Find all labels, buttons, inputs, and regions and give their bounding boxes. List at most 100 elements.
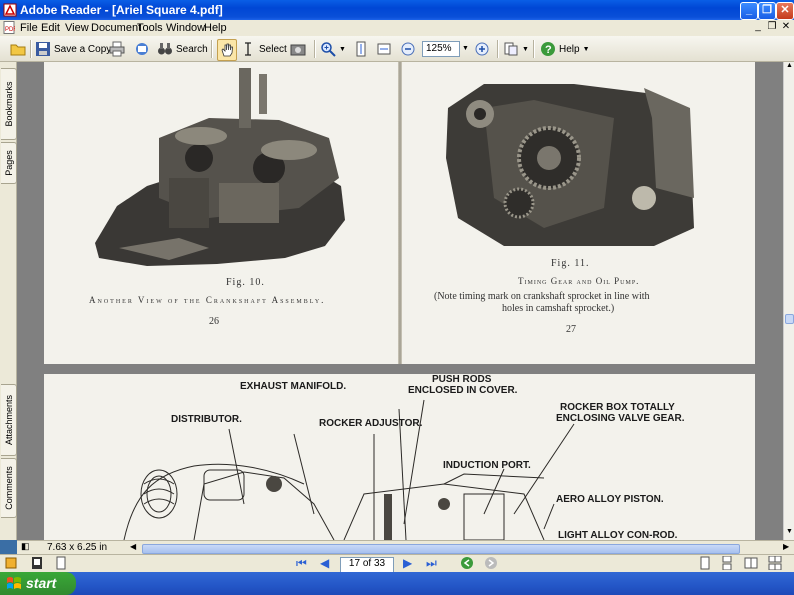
- menu-document[interactable]: Document: [91, 22, 141, 34]
- comments-tab[interactable]: Comments: [1, 458, 17, 518]
- page-layout-icon[interactable]: [30, 556, 44, 570]
- menu-bar: PDF File Edit View Document Tools Window…: [0, 20, 794, 36]
- page-size-readout: 7.63 x 6.25 in: [47, 542, 108, 553]
- continuous-view-icon[interactable]: [720, 556, 734, 570]
- comments-tab-label: Comments: [3, 466, 14, 510]
- chevron-down-icon: ▼: [339, 45, 346, 53]
- save-disk-icon: [36, 42, 50, 56]
- chevron-down-icon: ▼: [522, 45, 529, 53]
- vertical-scroll-thumb[interactable]: [785, 314, 794, 324]
- svg-text:PDF: PDF: [5, 27, 15, 33]
- doc-restore-icon[interactable]: ❐: [766, 21, 778, 32]
- label-aero-alloy-piston: AERO ALLOY PISTON.: [556, 494, 664, 505]
- search-button[interactable]: Search: [157, 39, 208, 59]
- scroll-up-icon[interactable]: ▲: [785, 62, 794, 72]
- go-forward-icon[interactable]: [484, 556, 498, 570]
- window-title: Adobe Reader - [Ariel Square 4.pdf]: [20, 3, 223, 17]
- menu-help[interactable]: Help: [204, 22, 227, 34]
- page-number-field[interactable]: 17 of 33: [340, 557, 394, 573]
- navigation-panel: Bookmarks Pages Attachments Comments: [0, 62, 17, 540]
- label-light-alloy-con-rod: LIGHT ALLOY CON-ROD.: [558, 530, 678, 540]
- start-button[interactable]: start: [0, 572, 76, 595]
- rotate-pages-icon: [504, 42, 518, 56]
- first-page-button[interactable]: ⏮: [296, 556, 307, 571]
- figure-11-note-line2: holes in camshaft sprocket.): [502, 303, 615, 314]
- menu-edit[interactable]: Edit: [41, 22, 60, 34]
- menu-window[interactable]: Window: [166, 22, 205, 34]
- bookmarks-tab[interactable]: Bookmarks: [1, 68, 17, 140]
- actual-size-button[interactable]: [353, 39, 369, 59]
- zoom-level-field[interactable]: 125%: [422, 41, 460, 57]
- toolbar-separator: [533, 40, 535, 58]
- fit-page-icon: [377, 43, 391, 55]
- scroll-down-icon[interactable]: ▼: [785, 528, 794, 538]
- attachments-tab[interactable]: Attachments: [1, 384, 17, 456]
- menu-file[interactable]: File: [20, 22, 38, 34]
- hand-tool-button[interactable]: [217, 39, 237, 61]
- continuous-facing-view-icon[interactable]: [768, 556, 782, 570]
- print-button[interactable]: [109, 39, 125, 59]
- security-icon[interactable]: [4, 556, 18, 570]
- folder-icon: [10, 44, 26, 56]
- scroll-right-icon[interactable]: ▶: [783, 542, 789, 551]
- menu-tools[interactable]: Tools: [137, 22, 163, 34]
- previous-page-button[interactable]: ◀: [320, 556, 329, 570]
- figure-11-caption: Timing Gear and Oil Pump.: [518, 276, 640, 286]
- rotate-view-button[interactable]: ▼: [503, 39, 529, 59]
- single-page-icon[interactable]: [54, 556, 68, 570]
- minimize-button[interactable]: _: [740, 2, 758, 20]
- close-icon: ✕: [780, 4, 790, 16]
- zoom-tool-button[interactable]: ▼: [320, 39, 346, 59]
- zoom-in-icon: [475, 42, 489, 56]
- label-push-rods: PUSH RODS: [432, 374, 492, 385]
- pages-tab[interactable]: Pages: [1, 142, 17, 184]
- pdf-page-spread: Fig. 10. Another View of the Crankshaft …: [44, 62, 755, 364]
- page-size-grip-icon: ◧: [21, 541, 30, 551]
- windows-logo-icon: [7, 577, 21, 589]
- toolbar-separator: [314, 40, 316, 58]
- close-button[interactable]: ✕: [776, 2, 794, 20]
- horizontal-scroll-thumb[interactable]: [142, 544, 740, 554]
- scroll-left-icon[interactable]: ◀: [130, 542, 136, 551]
- figure-11-note-line1: (Note timing mark on crankshaft sprocket…: [434, 291, 650, 302]
- last-page-button[interactable]: ⏭: [426, 556, 437, 571]
- actual-size-icon: [356, 41, 366, 57]
- help-button[interactable]: ? Help ▼: [540, 39, 590, 59]
- doc-minimize-icon[interactable]: _: [752, 21, 764, 32]
- label-rocker-adjustor: ROCKER ADJUSTOR.: [319, 418, 423, 429]
- camera-icon: [290, 44, 306, 56]
- figure-10-label: Fig. 10.: [226, 277, 265, 288]
- open-button[interactable]: [10, 39, 26, 59]
- vertical-scrollbar[interactable]: ▲ ▼: [783, 62, 794, 540]
- restore-icon: ❐: [762, 4, 772, 16]
- facing-view-icon[interactable]: [744, 556, 758, 570]
- page-number-27: 27: [566, 324, 576, 335]
- document-view[interactable]: Fig. 10. Another View of the Crankshaft …: [17, 62, 783, 540]
- select-label: Select: [259, 43, 287, 55]
- email-button[interactable]: [134, 39, 150, 59]
- title-bar: Adobe Reader - [Ariel Square 4.pdf] _ ❐ …: [0, 0, 794, 20]
- label-enclosing-valve-gear: ENCLOSING VALVE GEAR.: [556, 413, 685, 424]
- doc-close-icon[interactable]: ✕: [780, 21, 792, 32]
- zoom-out-button[interactable]: [400, 39, 416, 59]
- next-page-button[interactable]: ▶: [403, 556, 412, 570]
- menu-view[interactable]: View: [65, 22, 89, 34]
- save-copy-button[interactable]: Save a Copy: [35, 39, 111, 59]
- crankshaft-photo: [95, 68, 345, 266]
- zoom-dropdown-icon[interactable]: ▼: [462, 45, 469, 52]
- label-exhaust-manifold: EXHAUST MANIFOLD.: [240, 381, 347, 392]
- svg-text:?: ?: [545, 44, 552, 56]
- figure-10-caption: Another View of the Crankshaft Assembly.: [89, 295, 326, 305]
- start-label: start: [26, 575, 57, 591]
- figure-11-label: Fig. 11.: [551, 258, 590, 269]
- toolbar-separator: [30, 40, 32, 58]
- snapshot-tool-button[interactable]: [290, 39, 306, 59]
- fit-page-button[interactable]: [376, 39, 392, 59]
- go-back-icon[interactable]: [460, 556, 474, 570]
- zoom-in-button[interactable]: [474, 39, 490, 59]
- single-page-view-icon[interactable]: [698, 556, 712, 570]
- search-label: Search: [176, 43, 208, 55]
- horizontal-scroll-row: ◧ 7.63 x 6.25 in ◀ ▶: [17, 540, 794, 554]
- restore-button[interactable]: ❐: [758, 2, 776, 20]
- select-tool-button[interactable]: Select: [240, 39, 287, 59]
